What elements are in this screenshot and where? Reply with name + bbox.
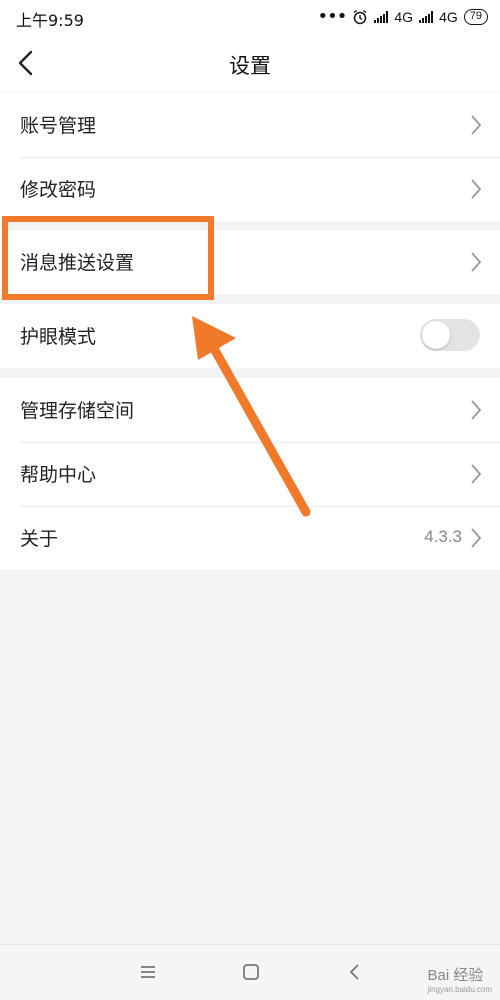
eye-mode-row: 护眼模式 xyxy=(0,304,500,368)
alarm-icon xyxy=(353,9,367,25)
settings-group-eye: 护眼模式 xyxy=(0,304,500,368)
account-management-row[interactable]: 账号管理 xyxy=(0,93,500,157)
back-icon[interactable] xyxy=(344,961,366,983)
more-dots-icon: ••• xyxy=(317,6,348,27)
status-bar: 上午9:59 ••• 4G 4G 79 xyxy=(0,0,500,34)
about-label: 关于 xyxy=(20,528,59,550)
version-label: 4.3.3 xyxy=(424,527,462,546)
network-label: 4G xyxy=(394,9,414,25)
storage-management-label: 管理存储空间 xyxy=(20,400,135,422)
settings-group-account: 账号管理 修改密码 xyxy=(0,93,500,221)
menu-icon[interactable] xyxy=(137,961,159,983)
chevron-right-icon xyxy=(471,400,482,420)
about-row[interactable]: 关于 4.3.3 xyxy=(0,506,500,570)
settings-group-other: 管理存储空间 帮助中心 关于 4.3.3 xyxy=(0,378,500,570)
chevron-right-icon xyxy=(471,252,482,272)
network-label-2: 4G xyxy=(439,9,458,25)
watermark-brand: Bai 经验 xyxy=(427,967,484,984)
change-password-row[interactable]: 修改密码 xyxy=(0,157,500,221)
help-center-label: 帮助中心 xyxy=(20,464,97,486)
watermark-url: jingyan.baidu.com xyxy=(427,985,492,994)
toggle-knob xyxy=(422,321,450,349)
nav-header: 设置 xyxy=(0,34,500,92)
signal-icon-2 xyxy=(419,11,434,23)
account-management-label: 账号管理 xyxy=(20,115,97,137)
eye-mode-label: 护眼模式 xyxy=(20,326,97,348)
chevron-right-icon xyxy=(471,179,482,199)
highlight-box xyxy=(2,216,214,300)
battery-icon: 79 xyxy=(463,9,488,25)
change-password-label: 修改密码 xyxy=(20,179,97,201)
storage-management-row[interactable]: 管理存储空间 xyxy=(0,378,500,442)
help-center-row[interactable]: 帮助中心 xyxy=(0,442,500,506)
status-icons: ••• 4G 4G 79 xyxy=(318,6,488,28)
chevron-right-icon xyxy=(471,528,482,548)
watermark: Bai 经验 jingyan.baidu.com xyxy=(428,964,492,994)
home-icon[interactable] xyxy=(240,961,262,983)
eye-mode-toggle[interactable] xyxy=(420,319,480,351)
signal-icon xyxy=(374,11,389,23)
status-time: 上午9:59 xyxy=(16,11,84,30)
system-nav-bar: Bai 经验 jingyan.baidu.com xyxy=(0,944,500,1000)
page-title: 设置 xyxy=(229,54,271,78)
chevron-right-icon xyxy=(471,115,482,135)
chevron-right-icon xyxy=(471,464,482,484)
